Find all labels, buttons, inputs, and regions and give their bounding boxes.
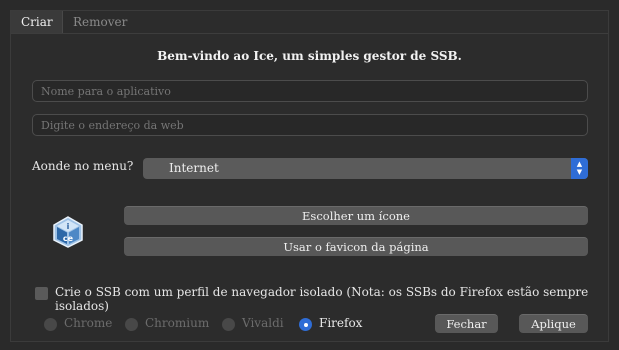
tab-remove[interactable]: Remover xyxy=(63,11,133,33)
radio-vivaldi[interactable] xyxy=(222,318,235,331)
choose-icon-button[interactable]: Escolher um ícone xyxy=(124,206,588,225)
ice-logo-icon: i ce xyxy=(53,216,83,248)
use-favicon-button[interactable]: Usar o favicon da página xyxy=(124,237,588,256)
tab-bar: Criar Remover xyxy=(11,11,608,34)
menu-location-label: Aonde no menu? xyxy=(32,159,134,173)
radio-firefox[interactable] xyxy=(299,318,312,331)
radio-chromium[interactable] xyxy=(125,318,138,331)
app-name-input[interactable] xyxy=(32,80,588,102)
tab-create[interactable]: Criar xyxy=(11,11,63,33)
menu-category-value: Internet xyxy=(169,161,219,175)
ice-window: Criar Remover Bem-vindo ao Ice, um simpl… xyxy=(10,10,609,342)
radio-chrome[interactable] xyxy=(44,318,57,331)
menu-category-select[interactable]: Internet ▲ ▼ xyxy=(143,158,588,179)
radio-vivaldi-label: Vivaldi xyxy=(242,316,284,330)
select-arrows-icon: ▲ ▼ xyxy=(571,158,588,179)
isolated-profile-checkbox[interactable] xyxy=(35,287,48,300)
radio-chromium-label: Chromium xyxy=(145,316,210,330)
web-address-input[interactable] xyxy=(32,114,588,136)
apply-button[interactable]: Aplique xyxy=(519,314,588,333)
isolated-profile-label: Crie o SSB com um perfil de navegador is… xyxy=(55,285,589,313)
radio-firefox-label: Firefox xyxy=(319,316,363,330)
svg-text:ce: ce xyxy=(63,234,74,243)
radio-chrome-label: Chrome xyxy=(64,316,113,330)
welcome-heading: Bem-vindo ao Ice, um simples gestor de S… xyxy=(157,49,462,63)
close-button[interactable]: Fechar xyxy=(435,314,498,333)
svg-text:i: i xyxy=(67,222,70,231)
